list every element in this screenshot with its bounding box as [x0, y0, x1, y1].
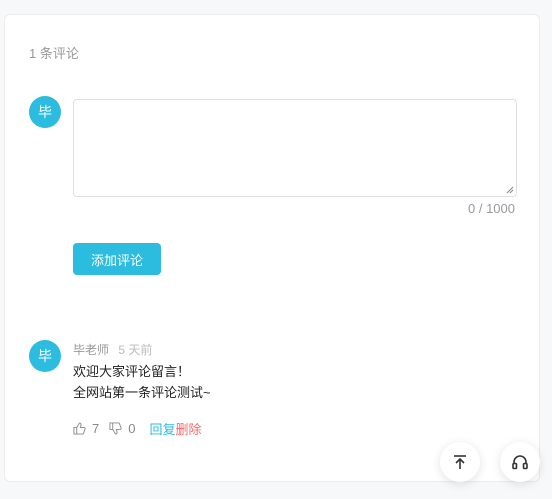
reply-link[interactable]: 回复 [149, 419, 175, 438]
comment-content: 欢迎大家评论留言！ 全网站第一条评论测试~ [73, 364, 211, 400]
like-count: 7 [92, 421, 100, 436]
char-counter: 0 / 1000 [468, 201, 515, 216]
comments-card: 1 条评论 毕 0 / 1000 添加评论 毕 毕老师 5 天前 欢迎大家评论留… [4, 14, 540, 482]
dislike-count: 0 [128, 421, 136, 436]
delete-link[interactable]: 删除 [175, 419, 201, 438]
resize-handle-icon[interactable] [506, 186, 514, 194]
comment-time: 5 天前 [118, 343, 153, 357]
comment-header: 毕老师 5 天前 [73, 341, 152, 358]
thumbs-up-icon[interactable] [73, 422, 86, 435]
avatar-text: 毕 [38, 104, 52, 120]
back-to-top-icon [454, 455, 466, 469]
headphones-icon [512, 455, 528, 470]
add-comment-button[interactable]: 添加评论 [73, 243, 161, 275]
avatar: 毕 [29, 340, 61, 372]
comment-count: 1 条评论 [29, 46, 79, 61]
back-to-top-button[interactable] [440, 442, 480, 482]
avatar: 毕 [29, 96, 61, 128]
avatar-text: 毕 [38, 348, 52, 364]
audio-player-button[interactable] [500, 442, 540, 482]
comment-actions: 7 0 回复 删除 [73, 419, 202, 438]
comment-input[interactable] [73, 99, 517, 197]
comment-author[interactable]: 毕老师 [73, 343, 109, 357]
thumbs-down-icon[interactable] [109, 422, 122, 435]
